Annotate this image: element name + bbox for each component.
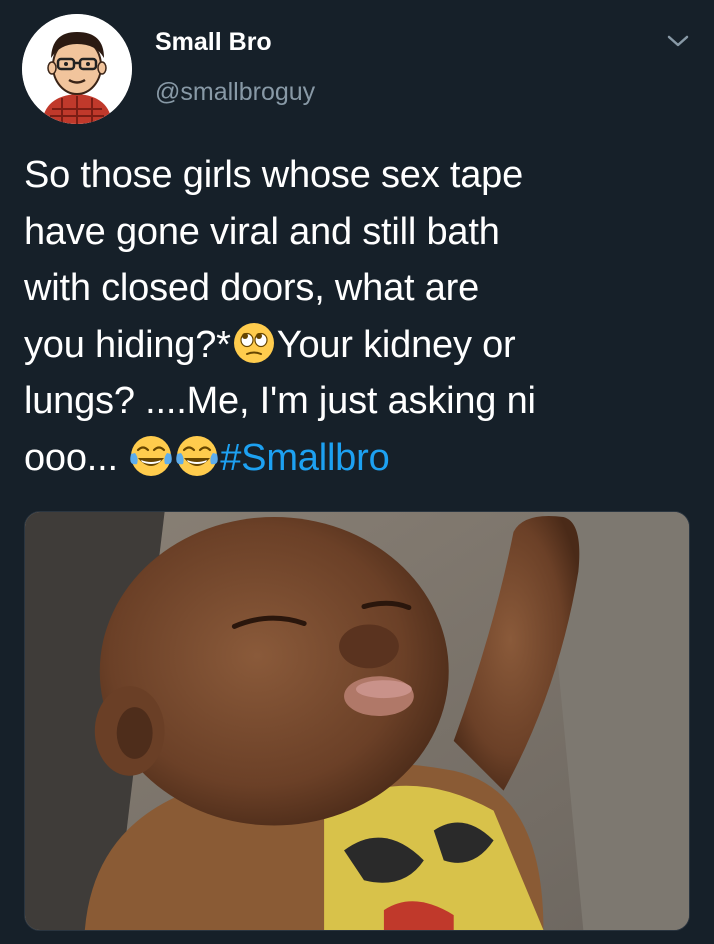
avatar[interactable]	[22, 14, 132, 124]
tweet-text-line: have gone viral and still bath	[24, 210, 500, 253]
tweet-text-line: So those girls whose sex tape	[24, 154, 524, 196]
tweet-text-segment: Your kidney or	[276, 323, 516, 366]
hashtag-link[interactable]: #Smallbro	[220, 437, 389, 479]
username-handle[interactable]: @smallbroguy	[155, 78, 315, 107]
tweet-text: So those girls whose sex tape have gone …	[24, 147, 694, 486]
tweet-text-line: you hiding?* Your kidney or	[24, 317, 694, 374]
face-with-tears-of-joy-icon	[130, 435, 172, 476]
photo-baby-sleeping-icon	[25, 512, 689, 930]
tweet-text-line: ooo... #Smallbro	[24, 430, 694, 487]
tweet-text-line: with closed doors, what are	[24, 267, 480, 309]
display-name[interactable]: Small Bro	[155, 28, 272, 57]
tweet-text-segment: ooo...	[24, 436, 129, 479]
tweet-card[interactable]: Small Bro @smallbroguy So those girls wh…	[0, 0, 714, 944]
face-with-rolling-eyes-icon	[233, 322, 274, 363]
chevron-down-icon[interactable]	[665, 30, 691, 52]
tweet-text-line: lungs? ....Me, I'm just asking ni	[24, 380, 536, 422]
tweet-media-photo[interactable]	[24, 511, 690, 931]
tweet-text-segment: you hiding?*	[24, 323, 231, 366]
avatar-cartoon-icon	[22, 14, 132, 124]
face-with-tears-of-joy-icon	[176, 435, 218, 476]
